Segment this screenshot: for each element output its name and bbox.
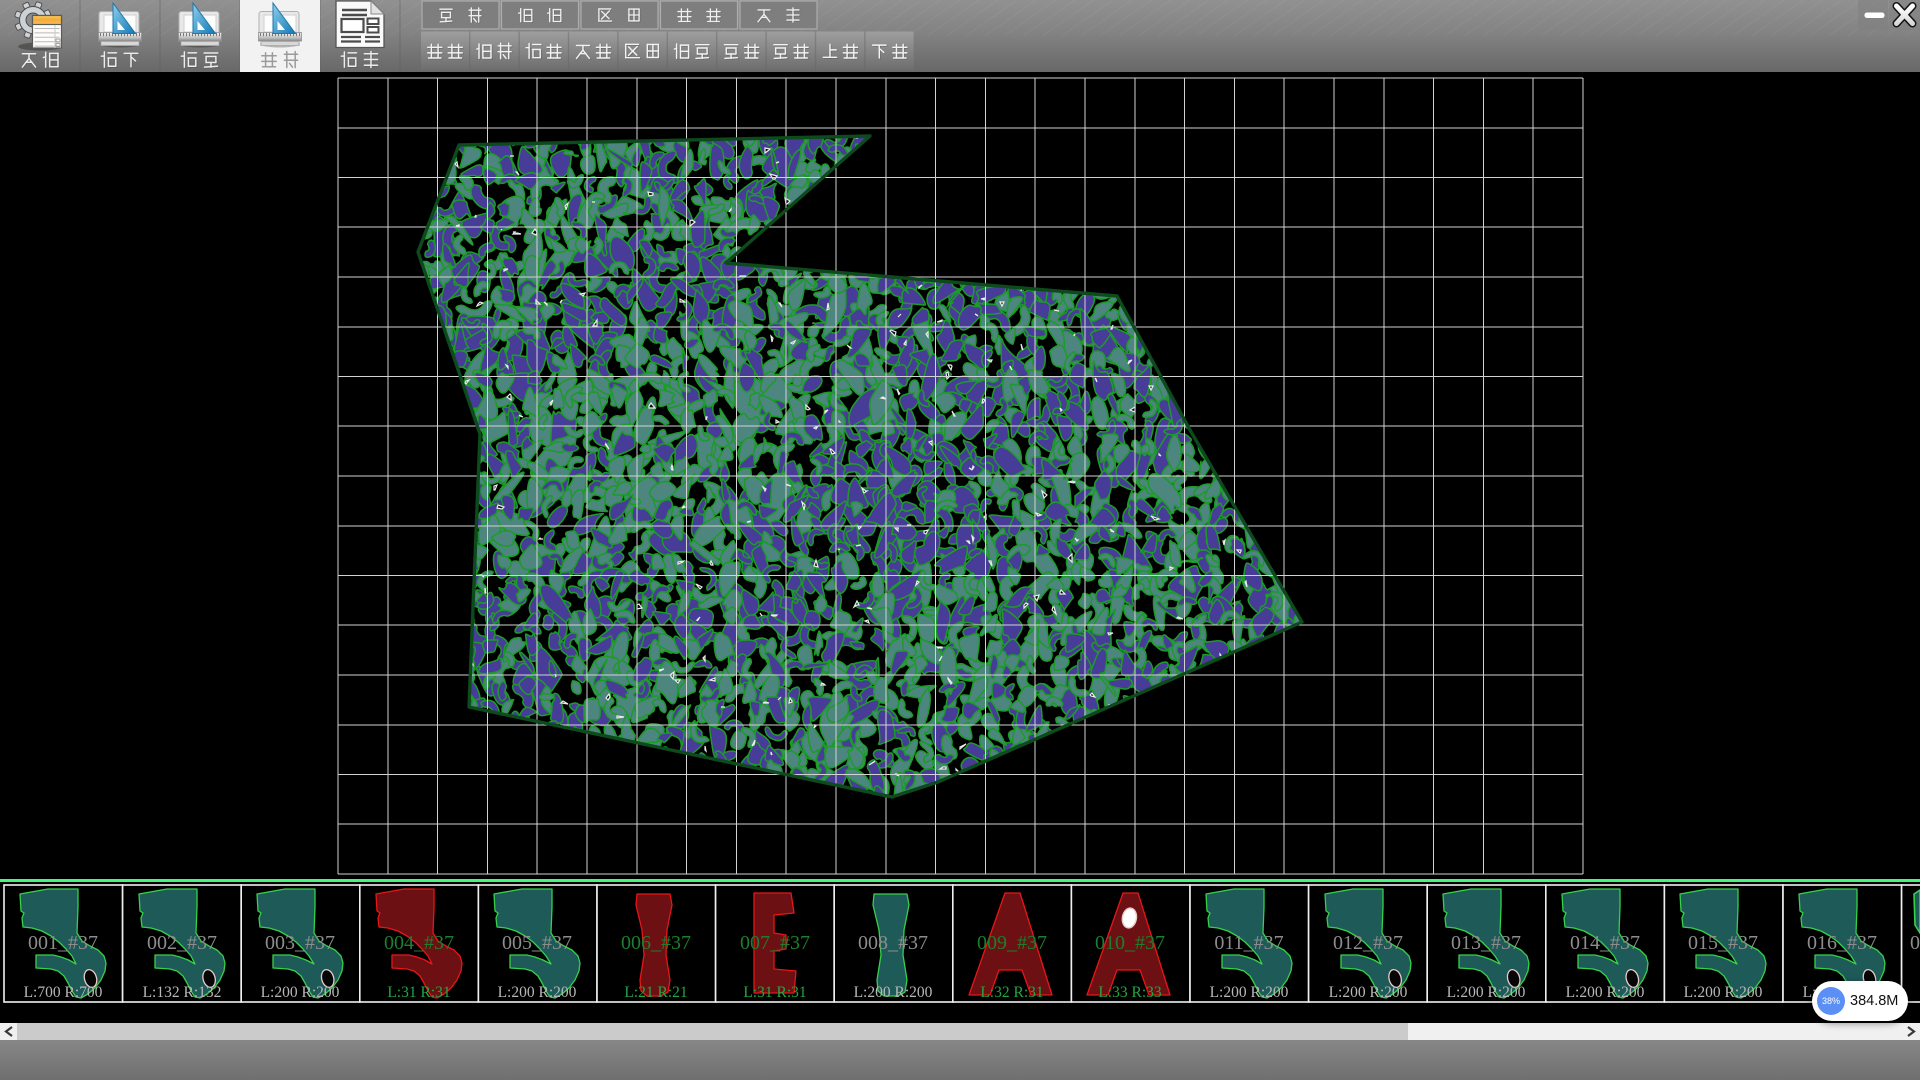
svg-text:005_#37: 005_#37 <box>502 932 572 954</box>
svg-text:003_#37: 003_#37 <box>265 932 335 954</box>
svg-text:L:32 R:31: L:32 R:31 <box>980 984 1043 1001</box>
svg-text:012_#37: 012_#37 <box>1333 932 1403 954</box>
svg-text:L:200 R:200: L:200 R:200 <box>261 984 340 1001</box>
svg-text:L:200 R:200: L:200 R:200 <box>854 984 933 1001</box>
svg-text:L:200 R:200: L:200 R:200 <box>1684 984 1763 1001</box>
svg-text:L:200 R:200: L:200 R:200 <box>1210 984 1289 1001</box>
svg-text:L:200 R:200: L:200 R:200 <box>1329 984 1408 1001</box>
svg-text:015_#37: 015_#37 <box>1688 932 1758 954</box>
svg-text:006_#37: 006_#37 <box>621 932 691 954</box>
svg-text:L:31 R:31: L:31 R:31 <box>387 984 450 1001</box>
svg-text:L:200 R:200: L:200 R:200 <box>1447 984 1526 1001</box>
svg-text:008_#37: 008_#37 <box>858 932 928 954</box>
svg-text:009_#37: 009_#37 <box>977 932 1047 954</box>
svg-text:L:21 R:21: L:21 R:21 <box>624 984 687 1001</box>
svg-text:0: 0 <box>1910 932 1920 954</box>
svg-text:014_#37: 014_#37 <box>1570 932 1640 954</box>
svg-text:011_#37: 011_#37 <box>1214 932 1283 954</box>
svg-text:L:132 R:132: L:132 R:132 <box>143 984 222 1001</box>
svg-text:004_#37: 004_#37 <box>384 932 454 954</box>
svg-text:L:33 R:33: L:33 R:33 <box>1098 984 1162 1001</box>
svg-text:013_#37: 013_#37 <box>1451 932 1521 954</box>
svg-text:L:700 R:700: L:700 R:700 <box>24 984 103 1001</box>
svg-text:001_#37: 001_#37 <box>28 932 98 954</box>
svg-text:L:200 R:200: L:200 R:200 <box>498 984 577 1001</box>
svg-text:010_#37: 010_#37 <box>1095 932 1165 954</box>
svg-text:002_#37: 002_#37 <box>147 932 217 954</box>
svg-text:016_#37: 016_#37 <box>1807 932 1877 954</box>
svg-text:007_#37: 007_#37 <box>740 932 810 954</box>
svg-text:L:31 R:31: L:31 R:31 <box>743 984 806 1001</box>
svg-text:L:200 R:200: L:200 R:200 <box>1566 984 1645 1001</box>
